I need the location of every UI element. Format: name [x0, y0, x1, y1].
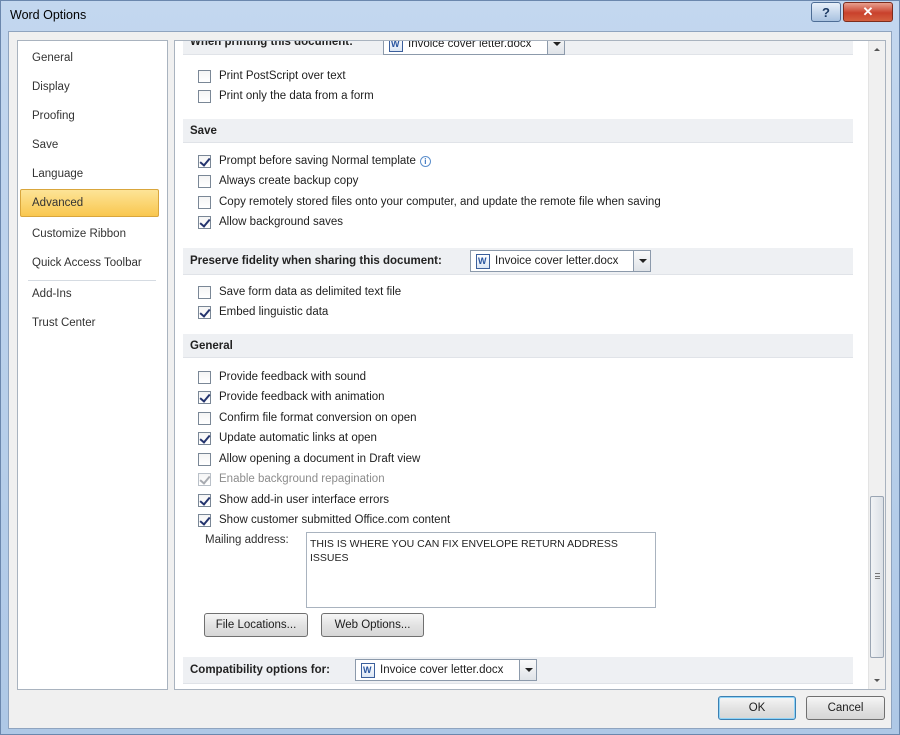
- checkbox[interactable]: [198, 431, 211, 445]
- checkbox: [198, 472, 211, 486]
- option-addin-errors[interactable]: Show add-in user interface errors: [198, 491, 389, 509]
- option-label: Always create backup copy: [219, 175, 359, 187]
- cancel-button[interactable]: Cancel: [806, 696, 885, 720]
- nav-item-trust-center[interactable]: Trust Center: [20, 309, 159, 337]
- checkbox[interactable]: [198, 89, 211, 103]
- fidelity-document-select[interactable]: Invoice cover letter.docx: [470, 250, 651, 272]
- scroll-down-arrow-icon[interactable]: [869, 672, 885, 689]
- dropdown-arrow-icon[interactable]: [547, 41, 564, 54]
- nav-item-proofing[interactable]: Proofing: [20, 102, 159, 130]
- option-feedback-sound[interactable]: Provide feedback with sound: [198, 368, 366, 386]
- checkbox[interactable]: [198, 154, 211, 168]
- info-icon: i: [419, 155, 431, 167]
- option-backup-copy[interactable]: Always create backup copy: [198, 172, 358, 190]
- dropdown-arrow-icon[interactable]: [519, 660, 536, 680]
- scroll-up-arrow-icon[interactable]: [869, 41, 885, 58]
- option-label: Allow background saves: [219, 216, 344, 228]
- compatibility-document-value: Invoice cover letter.docx: [380, 664, 504, 676]
- option-draft-view[interactable]: Allow opening a document in Draft view: [198, 450, 420, 468]
- checkbox[interactable]: [198, 390, 211, 404]
- nav-item-quick-access-toolbar[interactable]: Quick Access Toolbar: [20, 249, 159, 277]
- word-document-icon: [389, 41, 403, 52]
- options-nav: General Display Proofing Save Language A…: [17, 40, 168, 690]
- fidelity-document-value: Invoice cover letter.docx: [495, 255, 619, 267]
- option-label: Provide feedback with animation: [219, 391, 385, 403]
- option-save-form-data[interactable]: Save form data as delimited text file: [198, 283, 401, 301]
- word-document-icon: [361, 662, 375, 678]
- option-label: Embed linguistic data: [219, 306, 329, 318]
- fidelity-header-text: Preserve fidelity when sharing this docu…: [190, 255, 442, 267]
- grip-icon: [875, 573, 880, 579]
- dropdown-arrow-icon[interactable]: [633, 251, 650, 271]
- scrollbar-thumb[interactable]: [870, 496, 884, 658]
- nav-item-add-ins[interactable]: Add-Ins: [20, 280, 159, 308]
- option-label: Update automatic links at open: [219, 432, 377, 444]
- general-section-header: General: [183, 334, 853, 358]
- word-options-window: Word Options ? ✕ General Display Proofin…: [0, 0, 900, 735]
- option-label: Allow opening a document in Draft view: [219, 453, 421, 465]
- nav-item-customize-ribbon[interactable]: Customize Ribbon: [20, 220, 159, 248]
- checkbox[interactable]: [198, 305, 211, 319]
- help-button[interactable]: ?: [811, 2, 841, 22]
- option-prompt-normal-template[interactable]: Prompt before saving Normal template i: [198, 152, 431, 170]
- advanced-options-panel: When printing this document: Invoice cov…: [174, 40, 886, 690]
- checkbox[interactable]: [198, 285, 211, 299]
- mailing-address-field[interactable]: THIS IS WHERE YOU CAN FIX ENVELOPE RETUR…: [306, 532, 656, 608]
- mailing-address-label: Mailing address:: [205, 534, 289, 546]
- option-feedback-animation[interactable]: Provide feedback with animation: [198, 388, 385, 406]
- word-document-icon: [476, 253, 490, 269]
- option-background-repagination: Enable background repagination: [198, 470, 385, 488]
- nav-item-general[interactable]: General: [20, 44, 159, 72]
- option-label: Print PostScript over text: [219, 70, 346, 82]
- printing-document-select[interactable]: Invoice cover letter.docx: [383, 40, 565, 55]
- option-copy-remote-files[interactable]: Copy remotely stored files onto your com…: [198, 193, 661, 211]
- title-bar: Word Options ? ✕: [1, 1, 899, 31]
- nav-item-display[interactable]: Display: [20, 73, 159, 101]
- nav-item-advanced[interactable]: Advanced: [20, 189, 159, 217]
- checkbox[interactable]: [198, 215, 211, 229]
- close-button[interactable]: ✕: [843, 2, 893, 22]
- checkbox[interactable]: [198, 174, 211, 188]
- option-print-form-data[interactable]: Print only the data from a form: [198, 87, 374, 105]
- web-options-button[interactable]: Web Options...: [321, 613, 424, 637]
- file-locations-button[interactable]: File Locations...: [204, 613, 308, 637]
- vertical-scrollbar[interactable]: [868, 41, 885, 689]
- nav-item-save[interactable]: Save: [20, 131, 159, 159]
- option-confirm-conversion[interactable]: Confirm file format conversion on open: [198, 409, 417, 427]
- printing-header-text: When printing this document:: [190, 40, 353, 48]
- compatibility-header-text: Compatibility options for:: [190, 664, 330, 676]
- ok-button[interactable]: OK: [718, 696, 796, 720]
- option-label: Show add-in user interface errors: [219, 494, 390, 506]
- checkbox[interactable]: [198, 370, 211, 384]
- option-background-saves[interactable]: Allow background saves: [198, 213, 343, 231]
- option-label: Provide feedback with sound: [219, 371, 367, 383]
- window-title: Word Options: [10, 8, 87, 22]
- option-embed-linguistic-data[interactable]: Embed linguistic data: [198, 303, 328, 321]
- checkbox[interactable]: [198, 411, 211, 425]
- option-label: Save form data as delimited text file: [219, 286, 402, 298]
- checkbox[interactable]: [198, 513, 211, 527]
- checkbox[interactable]: [198, 69, 211, 83]
- checkbox[interactable]: [198, 452, 211, 466]
- checkbox[interactable]: [198, 493, 211, 507]
- option-label: Confirm file format conversion on open: [219, 412, 417, 424]
- printing-document-value: Invoice cover letter.docx: [408, 40, 532, 50]
- option-label: Prompt before saving Normal template: [219, 155, 416, 167]
- checkbox[interactable]: [198, 195, 211, 209]
- compatibility-document-select[interactable]: Invoice cover letter.docx: [355, 659, 537, 681]
- option-print-postscript[interactable]: Print PostScript over text: [198, 67, 346, 85]
- nav-item-language[interactable]: Language: [20, 160, 159, 188]
- option-label: Show customer submitted Office.com conte…: [219, 514, 451, 526]
- option-update-links[interactable]: Update automatic links at open: [198, 429, 377, 447]
- option-label: Copy remotely stored files onto your com…: [219, 196, 661, 208]
- dialog-client: General Display Proofing Save Language A…: [8, 31, 892, 729]
- option-label: Enable background repagination: [219, 473, 385, 485]
- option-office-content[interactable]: Show customer submitted Office.com conte…: [198, 511, 450, 529]
- option-label: Print only the data from a form: [219, 90, 374, 102]
- save-section-header: Save: [183, 119, 853, 143]
